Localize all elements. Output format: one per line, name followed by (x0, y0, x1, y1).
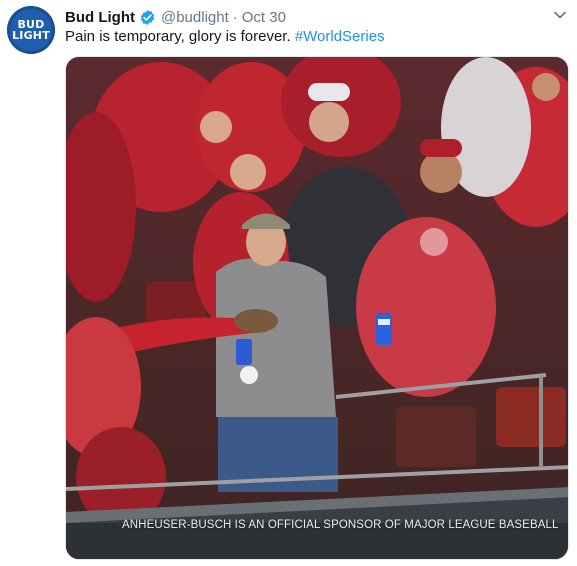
author-name[interactable]: Bud Light (65, 9, 135, 26)
tweet-text: Pain is temporary, glory is forever. #Wo… (65, 28, 385, 45)
tweet-date[interactable]: Oct 30 (242, 9, 286, 26)
hashtag-link[interactable]: #WorldSeries (295, 28, 385, 45)
tweet-header: Bud Light @budlight · Oct 30 (65, 7, 286, 27)
tweet-media[interactable]: ANHEUSER-BUSCH IS AN OFFICIAL SPONSOR OF… (65, 56, 569, 560)
avatar-text-line2: LIGHT (12, 29, 50, 42)
verified-badge-icon (140, 9, 155, 25)
tweet-body: Pain is temporary, glory is forever. (65, 28, 291, 45)
tweet[interactable]: BUD LIGHT Bud Light @budlight · Oct 30 P… (0, 0, 577, 566)
media-caption: ANHEUSER-BUSCH IS AN OFFICIAL SPONSOR OF… (122, 519, 559, 531)
chevron-down-icon[interactable] (553, 8, 567, 22)
author-handle[interactable]: @budlight (161, 9, 229, 26)
separator-dot: · (232, 8, 238, 26)
avatar[interactable]: BUD LIGHT (7, 6, 55, 54)
media-image (66, 57, 568, 559)
